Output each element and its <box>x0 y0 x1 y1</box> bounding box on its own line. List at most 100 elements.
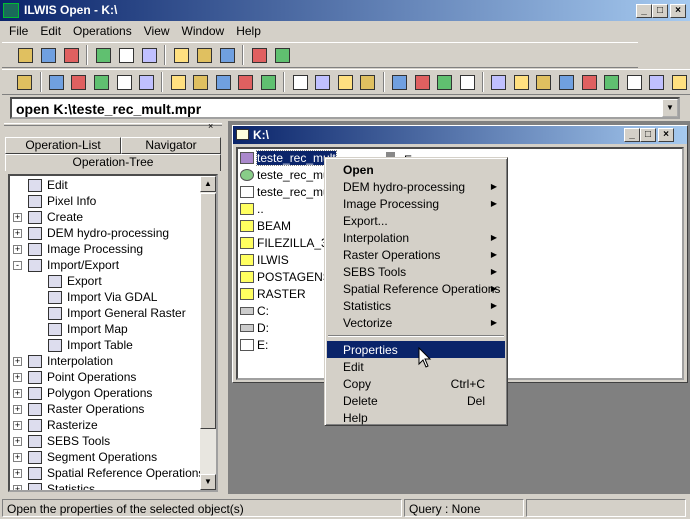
command-line-input[interactable]: open K:\teste_rec_mult.mpr ▼ <box>10 97 680 119</box>
function-button[interactable] <box>646 71 668 93</box>
menu-operations[interactable]: Operations <box>67 22 138 41</box>
expand-icon[interactable]: + <box>13 468 22 478</box>
tree-item[interactable]: + Raster Operations <box>10 401 216 417</box>
menu-file[interactable]: File <box>3 22 34 41</box>
menu-view[interactable]: View <box>138 22 176 41</box>
table-button[interactable] <box>136 71 158 93</box>
details-view-button[interactable] <box>216 44 238 66</box>
tree-item[interactable]: Export <box>10 273 216 289</box>
tree-item[interactable]: + Rasterize <box>10 417 216 433</box>
ilwis-logo-button[interactable] <box>14 71 36 93</box>
polygon-map-button[interactable] <box>68 71 90 93</box>
tree-item[interactable]: Import General Raster <box>10 305 216 321</box>
context-menu-item-raster-operations[interactable]: Raster Operations ▶ <box>327 246 505 263</box>
expand-icon[interactable]: + <box>13 372 22 382</box>
minimize-button[interactable]: _ <box>636 4 652 18</box>
scroll-down-button[interactable]: ▼ <box>200 474 216 490</box>
context-menu-item-edit[interactable]: Edit <box>327 358 505 375</box>
tree-item[interactable]: + DEM hydro-processing <box>10 225 216 241</box>
context-menu-item-interpolation[interactable]: Interpolation ▶ <box>327 229 505 246</box>
object-collection-button[interactable] <box>190 71 212 93</box>
raster-map-button[interactable] <box>46 71 68 93</box>
context-menu-item-image-processing[interactable]: Image Processing ▶ <box>327 195 505 212</box>
catalog-minimize-button[interactable]: _ <box>624 128 640 142</box>
tree-item[interactable]: Edit <box>10 177 216 193</box>
context-menu-item-properties[interactable]: Properties <box>327 341 505 358</box>
tree-item[interactable]: - Import/Export <box>10 257 216 273</box>
menu-help[interactable]: Help <box>230 22 267 41</box>
expand-icon[interactable]: + <box>13 420 22 430</box>
tree-item[interactable]: + Image Processing <box>10 241 216 257</box>
domain-button[interactable] <box>312 71 334 93</box>
representation-button[interactable] <box>335 71 357 93</box>
tree-item[interactable]: Import Map <box>10 321 216 337</box>
collapse-icon[interactable]: - <box>13 260 22 270</box>
expand-icon[interactable]: + <box>13 356 22 366</box>
histogram-polygon-button[interactable] <box>434 71 456 93</box>
tree-item[interactable]: + SEBS Tools <box>10 433 216 449</box>
histogram-point-button[interactable] <box>488 71 510 93</box>
tree-item[interactable]: Import Table <box>10 337 216 353</box>
catalog-close-button[interactable]: × <box>658 128 674 142</box>
script-button[interactable] <box>669 71 690 93</box>
tree-item[interactable]: + Polygon Operations <box>10 385 216 401</box>
tree-item[interactable]: + Create <box>10 209 216 225</box>
scroll-up-button[interactable]: ▲ <box>200 176 216 192</box>
expand-icon[interactable]: + <box>13 212 22 222</box>
expand-icon[interactable]: + <box>13 388 22 398</box>
tree-item[interactable]: + Interpolation <box>10 353 216 369</box>
filter-button[interactable] <box>623 71 645 93</box>
graph-button[interactable] <box>289 71 311 93</box>
stereo-pair-button[interactable] <box>533 71 555 93</box>
georeference-button[interactable] <box>357 71 379 93</box>
context-menu-item-dem-hydro-processing[interactable]: DEM hydro-processing ▶ <box>327 178 505 195</box>
expand-icon[interactable]: + <box>13 452 22 462</box>
catalog-maximize-button[interactable]: □ <box>640 128 656 142</box>
properties-button[interactable] <box>60 44 82 66</box>
context-menu-item-vectorize[interactable]: Vectorize ▶ <box>327 314 505 331</box>
tab-operation-list[interactable]: Operation-List <box>5 137 121 154</box>
pyramid-link-button[interactable] <box>193 44 215 66</box>
context-menu-item-copy[interactable]: Copy Ctrl+C <box>327 375 505 392</box>
expand-icon[interactable]: + <box>13 404 22 414</box>
coordinate-system-button[interactable] <box>389 71 411 93</box>
segment-map-button[interactable] <box>91 71 113 93</box>
matrix-button[interactable] <box>601 71 623 93</box>
maximize-button[interactable]: □ <box>652 4 668 18</box>
layout-button[interactable] <box>235 71 257 93</box>
show-button[interactable] <box>37 44 59 66</box>
context-menu-item-spatial-reference-operations[interactable]: Spatial Reference Operations ▶ <box>327 280 505 297</box>
close-button[interactable]: × <box>670 4 686 18</box>
context-menu-item-open[interactable]: Open <box>327 161 505 178</box>
expand-icon[interactable]: + <box>13 436 22 446</box>
context-menu-item-delete[interactable]: Delete Del <box>327 392 505 409</box>
tree-item[interactable]: Import Via GDAL <box>10 289 216 305</box>
tree-item[interactable]: + Statistics <box>10 481 216 490</box>
command-history-dropdown[interactable]: ▼ <box>662 99 678 117</box>
expand-icon[interactable]: + <box>13 228 22 238</box>
menu-edit[interactable]: Edit <box>34 22 67 41</box>
tab-navigator[interactable]: Navigator <box>121 137 221 154</box>
panel-close-icon[interactable]: × <box>208 121 213 131</box>
histogram-segment-button[interactable] <box>456 71 478 93</box>
up-folder-button[interactable] <box>271 44 293 66</box>
sample-set-button[interactable] <box>511 71 533 93</box>
tab-operation-tree[interactable]: Operation-Tree <box>5 154 221 171</box>
point-map-button[interactable] <box>113 71 135 93</box>
scroll-thumb[interactable] <box>200 193 216 429</box>
table-view-button[interactable] <box>578 71 600 93</box>
histogram-raster-button[interactable] <box>411 71 433 93</box>
list-view-button[interactable] <box>248 44 270 66</box>
menu-window[interactable]: Window <box>176 22 231 41</box>
map-list-button[interactable] <box>167 71 189 93</box>
tree-item[interactable]: + Point Operations <box>10 369 216 385</box>
paste-button[interactable] <box>115 44 137 66</box>
open-folder-button[interactable] <box>14 44 36 66</box>
panel-grip[interactable] <box>4 123 222 126</box>
map-view-button[interactable] <box>213 71 235 93</box>
annotation-text-button[interactable] <box>258 71 280 93</box>
context-menu-item-sebs-tools[interactable]: SEBS Tools ▶ <box>327 263 505 280</box>
tree-item[interactable]: + Spatial Reference Operations <box>10 465 216 481</box>
tree-scrollbar[interactable]: ▲ ▼ <box>200 176 216 490</box>
expand-icon[interactable]: + <box>13 244 22 254</box>
